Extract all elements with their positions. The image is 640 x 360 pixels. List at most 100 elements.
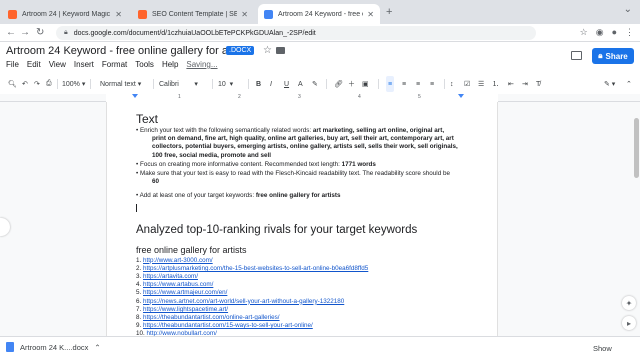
bullet-readability: • Make sure that your text is easy to re…	[136, 170, 474, 186]
list-item: 9. https://theabundantartist.com/15-ways…	[136, 322, 313, 330]
numbered-list-icon[interactable]: ⒈	[492, 76, 499, 92]
checklist-icon[interactable]: ☑	[464, 76, 470, 92]
toolbar-divider	[57, 79, 58, 89]
hide-menus-chevron-icon[interactable]: ⌃	[626, 76, 632, 92]
align-left-button[interactable]: ≡	[386, 76, 395, 92]
rival-link[interactable]: https://www.artmajeur.com/en/	[143, 289, 227, 296]
toolbar-divider	[378, 79, 379, 89]
show-all-downloads-button[interactable]: Show	[593, 344, 612, 353]
text-cursor	[136, 203, 137, 212]
rival-link[interactable]: https://www.artabus.com/	[143, 281, 213, 288]
add-comment-icon[interactable]: ＋	[348, 76, 355, 92]
paragraph-style-select[interactable]: Normal text ▾	[100, 76, 141, 92]
undo-icon[interactable]: ↶	[22, 76, 28, 92]
new-tab-plus-icon[interactable]: +	[386, 6, 392, 18]
rival-link[interactable]: https://theabundantartist.com/online-art…	[143, 314, 280, 321]
star-icon[interactable]: ☆	[263, 45, 272, 56]
rival-link[interactable]: https://news.artnet.com/art-world/sell-y…	[143, 298, 344, 305]
section-heading-analyzed: Analyzed top-10-ranking rivals for your …	[136, 223, 418, 236]
tab-search-chevron-icon[interactable]: ⌄	[624, 4, 632, 15]
rival-link[interactable]: https://theabundantartist.com/15-ways-to…	[143, 322, 313, 329]
browser-tab-seo-template[interactable]: SEO Content Template | SEMr ✕	[132, 4, 254, 24]
semrush-favicon-icon	[138, 9, 147, 19]
comments-icon[interactable]	[571, 51, 582, 60]
tab-title: Artroom 24 | Keyword Magic T	[22, 10, 112, 18]
bulleted-list-icon[interactable]: ☰	[478, 76, 484, 92]
chevron-up-icon[interactable]: ⌃	[94, 343, 100, 352]
toolbar-divider	[248, 79, 249, 89]
menu-help[interactable]: Help	[162, 60, 178, 69]
menu-tools[interactable]: Tools	[135, 60, 154, 69]
bullet-bold-text: art marketing, selling art online, origi…	[312, 127, 445, 134]
close-tab-icon[interactable]: ✕	[115, 10, 122, 19]
formatting-toolbar: 🔍︎ ↶ ↷ ⎙ 100% ▾ Normal text ▾ Calibri ▾ …	[0, 76, 640, 92]
reload-icon[interactable]: ↻	[36, 27, 44, 38]
rival-link[interactable]: https://artavita.com/	[143, 273, 198, 280]
expand-side-panel-icon[interactable]: ▸	[622, 316, 636, 330]
profile-avatar-icon[interactable]: ●	[612, 27, 617, 38]
tab-title: SEO Content Template | SEMr	[152, 10, 238, 18]
url-input[interactable]: 🔒︎ docs.google.com/document/d/1czhuiaUaO…	[56, 26, 536, 40]
document-page[interactable]: Text • Enrich your text with the followi…	[106, 102, 498, 337]
document-title[interactable]: Artroom 24 Keyword - free online gallery…	[6, 45, 251, 57]
decrease-indent-icon[interactable]: ⇤	[508, 76, 514, 92]
menu-file[interactable]: File	[6, 60, 19, 69]
star-bookmark-icon[interactable]: ☆	[580, 27, 588, 38]
list-item: 7. https://www.lightspacetime.art/	[136, 305, 229, 313]
bold-button[interactable]: B	[256, 76, 261, 92]
line-spacing-icon[interactable]: ↕	[450, 76, 454, 92]
underline-button[interactable]: U	[284, 76, 289, 92]
zoom-value: 100%	[62, 80, 80, 88]
list-item: 4. https://www.artabus.com/	[136, 281, 214, 289]
menu-insert[interactable]: Insert	[74, 60, 94, 69]
outline-toggle-button[interactable]	[0, 218, 10, 236]
vertical-scrollbar[interactable]	[634, 118, 639, 178]
download-item[interactable]: Artroom 24 K....docx ⌃	[6, 342, 101, 352]
menu-edit[interactable]: Edit	[27, 60, 41, 69]
print-icon[interactable]: ⎙	[46, 76, 52, 92]
menu-format[interactable]: Format	[102, 60, 127, 69]
align-center-button[interactable]: ≡	[402, 76, 406, 92]
insert-image-icon[interactable]: ▣	[362, 76, 369, 92]
font-size-select[interactable]: 10 ▾	[218, 76, 233, 92]
increase-indent-icon[interactable]: ⇥	[522, 76, 528, 92]
ruler-tick: 5	[418, 94, 421, 100]
right-indent-marker-icon[interactable]	[458, 94, 464, 98]
align-right-button[interactable]: ≡	[416, 76, 420, 92]
clear-formatting-icon[interactable]: T̸	[536, 76, 540, 92]
extension-icon[interactable]: ◉	[596, 27, 604, 38]
editing-mode-pen-icon[interactable]: ✎ ▾	[604, 76, 615, 92]
move-folder-icon[interactable]	[276, 47, 285, 54]
redo-icon[interactable]: ↷	[34, 76, 40, 92]
rival-link[interactable]: http://www.art-3000.com/	[143, 257, 213, 264]
left-indent-marker-icon[interactable]	[132, 94, 138, 98]
insert-link-icon[interactable]: 🔗︎	[334, 76, 343, 92]
download-filename: Artroom 24 K....docx	[20, 342, 89, 352]
text-color-button[interactable]: A	[298, 76, 303, 92]
rival-link[interactable]: https://artplusmarketing.com/the-15-best…	[143, 265, 368, 272]
search-menus-icon[interactable]: 🔍︎	[8, 76, 17, 92]
bullet-text-length: • Focus on creating more informative con…	[136, 160, 376, 168]
list-item: 8. https://theabundantartist.com/online-…	[136, 314, 280, 322]
menu-view[interactable]: View	[49, 60, 66, 69]
highlight-pen-icon[interactable]: ✎	[312, 76, 318, 92]
close-tab-icon[interactable]: ✕	[367, 10, 374, 19]
list-item: 6. https://news.artnet.com/art-world/sel…	[136, 297, 345, 305]
menu-kebab-icon[interactable]: ⋮	[625, 27, 634, 38]
saving-status: Saving...	[186, 60, 218, 69]
zoom-select[interactable]: 100% ▾	[62, 76, 85, 92]
browser-tab-keyword-magic[interactable]: Artroom 24 | Keyword Magic T ✕	[2, 4, 128, 24]
list-item: 3. https://artavita.com/	[136, 273, 198, 281]
back-arrow-icon[interactable]: ←	[6, 27, 16, 38]
share-button[interactable]: 🔒︎ Share	[592, 48, 634, 64]
docx-badge: .DOCX	[226, 46, 255, 55]
italic-button[interactable]: I	[270, 76, 272, 92]
explore-icon[interactable]: ✦	[622, 296, 636, 310]
forward-arrow-icon[interactable]: →	[20, 27, 30, 38]
font-select[interactable]: Calibri ▾	[159, 76, 198, 92]
semrush-favicon-icon	[8, 9, 17, 19]
rival-link[interactable]: https://www.lightspacetime.art/	[143, 306, 228, 313]
browser-tab-doc[interactable]: Artroom 24 Keyword - free onl ✕	[258, 4, 380, 24]
justify-button[interactable]: ≡	[430, 76, 434, 92]
close-tab-icon[interactable]: ✕	[241, 10, 248, 19]
